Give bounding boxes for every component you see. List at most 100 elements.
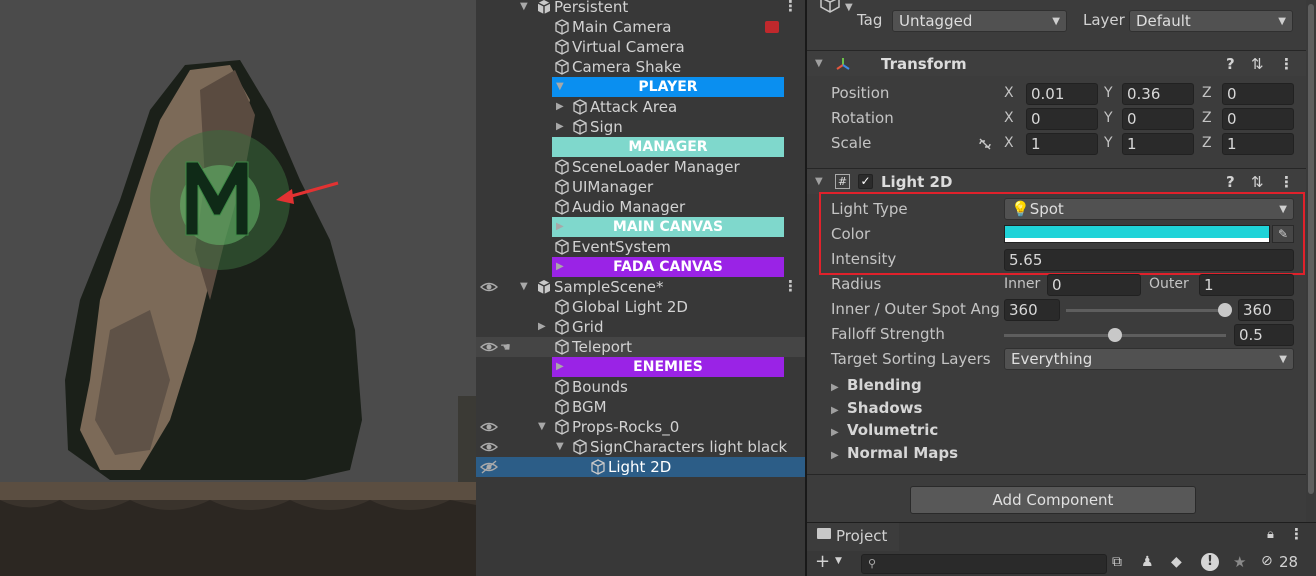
- gameobject-cube-icon: [554, 159, 570, 175]
- hierarchy-row[interactable]: Virtual Camera: [476, 37, 805, 57]
- fold-arrow-icon[interactable]: ▼: [520, 277, 532, 297]
- fold-arrow-icon[interactable]: ▶: [556, 117, 568, 137]
- falloff-handle[interactable]: [1108, 328, 1122, 342]
- hierarchy-item-label: Audio Manager: [572, 198, 686, 216]
- layer-dropdown[interactable]: Default ▼: [1129, 10, 1293, 32]
- fold-arrow-icon[interactable]: ▶: [556, 97, 568, 117]
- hidden-eye-icon[interactable]: ⊘: [1261, 553, 1273, 569]
- rotation-z-field[interactable]: 0: [1222, 108, 1294, 130]
- foldout-section[interactable]: ▶ Volumetric: [831, 419, 938, 441]
- spot-outer-field[interactable]: 360: [1238, 299, 1294, 321]
- warning-icon[interactable]: !: [1201, 553, 1219, 571]
- search-input[interactable]: ⚲: [861, 554, 1107, 574]
- eye-icon[interactable]: [479, 439, 499, 455]
- transform-component-header[interactable]: ▼ Transform ? ⇅ ⋮: [807, 50, 1316, 76]
- hierarchy-row[interactable]: ▶ Grid: [476, 317, 805, 337]
- inner-radius-field[interactable]: 0: [1047, 274, 1141, 296]
- eye-icon[interactable]: [479, 339, 499, 355]
- create-plus-icon[interactable]: +: [815, 551, 830, 573]
- tag-dropdown[interactable]: Untagged ▼: [892, 10, 1067, 32]
- foldout-section[interactable]: ▶ Shadows: [831, 397, 922, 419]
- hierarchy-row[interactable]: MAIN CANVAS ▶: [476, 217, 805, 237]
- position-y-field[interactable]: 0.36: [1122, 83, 1194, 105]
- hierarchy-row[interactable]: Light 2D: [476, 457, 805, 477]
- spot-angle-slider[interactable]: [1066, 309, 1228, 312]
- hierarchy-row[interactable]: ▼ Props-Rocks_0: [476, 417, 805, 437]
- fold-arrow-icon[interactable]: ▼: [556, 437, 568, 457]
- fold-arrow-icon[interactable]: ▶: [556, 217, 568, 237]
- fold-arrow-icon[interactable]: ▼: [556, 77, 568, 97]
- hierarchy-row[interactable]: EventSystem: [476, 237, 805, 257]
- hierarchy-row[interactable]: ENEMIES ▶: [476, 357, 805, 377]
- hierarchy-row[interactable]: BGM: [476, 397, 805, 417]
- fold-arrow-icon[interactable]: ▼: [815, 51, 823, 77]
- fold-arrow-icon[interactable]: ▼: [520, 0, 532, 17]
- scrollbar-thumb[interactable]: [1308, 4, 1314, 494]
- fold-arrow-icon[interactable]: ▶: [556, 357, 568, 377]
- scene-view[interactable]: [0, 0, 476, 576]
- filter-by-type-icon[interactable]: ♟: [1141, 554, 1154, 570]
- lock-icon[interactable]: 🔒︎: [1267, 527, 1274, 542]
- icon-dropdown-arrow[interactable]: ▼: [845, 2, 853, 13]
- enabled-checkbox[interactable]: ✓: [858, 174, 873, 189]
- hierarchy-row[interactable]: ▼ SignCharacters light black: [476, 437, 805, 457]
- sorting-layers-dropdown[interactable]: Everything ▼: [1004, 348, 1294, 370]
- position-x-field[interactable]: 0.01: [1026, 83, 1098, 105]
- pickable-hand-icon[interactable]: ☚: [500, 337, 511, 357]
- scene-menu-icon[interactable]: ⋮: [783, 277, 798, 297]
- hierarchy-row[interactable]: ▼ SampleScene* ⋮: [476, 277, 805, 297]
- scale-z-field[interactable]: 1: [1222, 133, 1294, 155]
- fold-arrow-icon[interactable]: ▼: [538, 417, 550, 437]
- rotation-x-field[interactable]: 0: [1026, 108, 1098, 130]
- rotation-y-field[interactable]: 0: [1122, 108, 1194, 130]
- scene-menu-icon[interactable]: ⋮: [783, 0, 798, 17]
- hierarchy-row[interactable]: ▶ Sign: [476, 117, 805, 137]
- help-icon[interactable]: ?: [1226, 51, 1235, 77]
- unity-scene-icon: [536, 279, 552, 295]
- search-in-scene-icon[interactable]: ⧉: [1112, 554, 1122, 570]
- context-menu-icon[interactable]: ⋮: [1279, 51, 1294, 77]
- eye-icon[interactable]: [479, 279, 499, 295]
- hierarchy-row[interactable]: ▼ Persistent ⋮: [476, 0, 805, 17]
- filter-by-label-icon[interactable]: ◆: [1171, 554, 1182, 570]
- chevron-down-icon[interactable]: ▼: [835, 556, 842, 566]
- eye-hidden-icon[interactable]: [479, 459, 499, 475]
- spot-inner-field[interactable]: 360: [1004, 299, 1060, 321]
- position-z-field[interactable]: 0: [1222, 83, 1294, 105]
- context-menu-icon[interactable]: ⋮: [1289, 525, 1304, 543]
- foldout-section[interactable]: ▶ Blending: [831, 374, 922, 396]
- scale-x-field[interactable]: 1: [1026, 133, 1098, 155]
- hierarchy-row[interactable]: FADA CANVAS ▶: [476, 257, 805, 277]
- layer-value: Default: [1136, 12, 1191, 30]
- favorite-star-icon[interactable]: ★: [1233, 553, 1246, 571]
- add-component-button[interactable]: Add Component: [910, 486, 1196, 514]
- inspector-scrollbar[interactable]: [1306, 0, 1316, 522]
- hierarchy-row[interactable]: SceneLoader Manager: [476, 157, 805, 177]
- axis-z-label: Z: [1202, 110, 1212, 126]
- hierarchy-row[interactable]: ☚ Teleport: [476, 337, 805, 357]
- hierarchy-row[interactable]: Camera Shake: [476, 57, 805, 77]
- scale-y-field[interactable]: 1: [1122, 133, 1194, 155]
- tab-project[interactable]: Project: [807, 523, 899, 551]
- gameobject-cube-icon: [572, 439, 588, 455]
- falloff-field[interactable]: 0.5: [1234, 324, 1294, 346]
- hierarchy-row[interactable]: MANAGER: [476, 137, 805, 157]
- spot-angle-handle[interactable]: [1218, 303, 1232, 317]
- hierarchy-row[interactable]: PLAYER ▼: [476, 77, 805, 97]
- hierarchy-row[interactable]: UIManager: [476, 177, 805, 197]
- outer-radius-field[interactable]: 1: [1199, 274, 1294, 296]
- hierarchy-row[interactable]: Bounds: [476, 377, 805, 397]
- transform-title: Transform: [881, 55, 967, 73]
- light2d-component-header[interactable]: ▼ # ✓ Light 2D ? ⇅ ⋮: [807, 168, 1316, 194]
- hierarchy-row[interactable]: Global Light 2D: [476, 297, 805, 317]
- preset-icon[interactable]: ⇅: [1251, 51, 1264, 77]
- fold-arrow-icon[interactable]: ▶: [556, 257, 568, 277]
- hierarchy-row[interactable]: Main Camera: [476, 17, 805, 37]
- hierarchy-row[interactable]: Audio Manager: [476, 197, 805, 217]
- eye-icon[interactable]: [479, 419, 499, 435]
- fold-arrow-icon[interactable]: ▶: [538, 317, 550, 337]
- constrain-proportions-icon[interactable]: [977, 136, 993, 152]
- hierarchy-row[interactable]: ▶ Attack Area: [476, 97, 805, 117]
- foldout-section[interactable]: ▶ Normal Maps: [831, 442, 958, 464]
- hierarchy-item-label: SampleScene*: [554, 278, 664, 296]
